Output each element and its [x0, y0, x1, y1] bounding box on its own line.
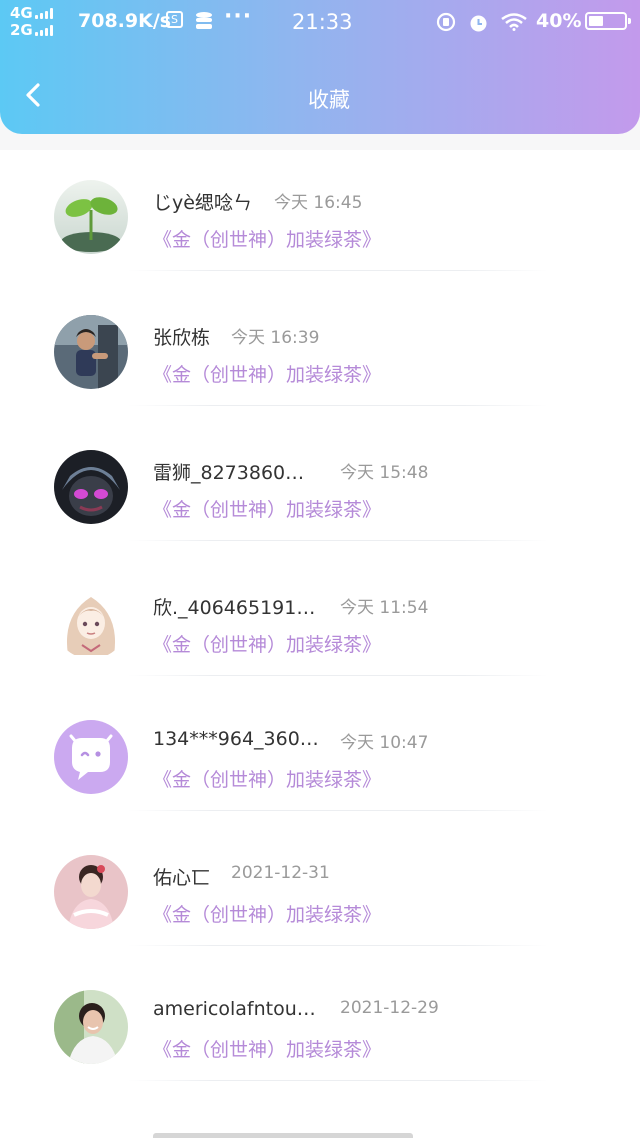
avatar[interactable]: [54, 720, 128, 794]
list-item-partial[interactable]: [0, 1095, 640, 1138]
battery-percent: 40%: [536, 10, 582, 32]
user-name: 134***964_360…: [153, 728, 319, 750]
favorite-link[interactable]: 《金（创世神）加装绿茶》: [153, 900, 381, 927]
wifi-icon: [501, 13, 527, 31]
list-item[interactable]: americolafntou… 2021-12-29 《金（创世神）加装绿茶》: [0, 960, 640, 1095]
anime-character-avatar-icon: [54, 450, 128, 524]
favorite-link[interactable]: 《金（创世神）加装绿茶》: [153, 495, 381, 522]
favorite-link[interactable]: 《金（创世神）加装绿茶》: [153, 360, 381, 387]
timestamp: 今天 11:54: [340, 598, 429, 618]
user-name: 欣._406465191…: [153, 597, 316, 619]
avatar[interactable]: [54, 450, 128, 524]
favorites-list: じyè缌唸ㄣ 今天 16:45 《金（创世神）加装绿茶》 张欣栋 今天 16:3…: [0, 150, 640, 1138]
signal-icon: [34, 8, 53, 19]
status-bar: 4G 2G 708.9K/s S ··· 21:33 40%: [0, 0, 640, 46]
database-icon: [196, 12, 212, 29]
network-speed: 708.9K/s: [78, 10, 172, 32]
alarm-icon: [470, 15, 487, 32]
list-item[interactable]: 佑心匸 2021-12-31 《金（创世神）加装绿茶》: [0, 825, 640, 960]
child-photo-avatar-icon: [54, 315, 128, 389]
timestamp: 今天 10:47: [340, 733, 429, 753]
divider: [128, 675, 548, 676]
avatar[interactable]: [54, 855, 128, 929]
page-title: 收藏: [308, 88, 350, 112]
divider: [128, 810, 548, 811]
timestamp: 2021-12-29: [340, 998, 439, 1018]
favorite-link[interactable]: 《金（创世神）加装绿茶》: [153, 1035, 381, 1062]
timestamp: 2021-12-31: [231, 863, 330, 883]
favorite-link[interactable]: 《金（创世神）加装绿茶》: [153, 225, 381, 252]
anime-girl-avatar-icon: [54, 585, 128, 659]
cut-off-text: [153, 1133, 413, 1138]
list-item[interactable]: 欣._406465191… 今天 11:54 《金（创世神）加装绿茶》: [0, 555, 640, 690]
more-notifications-icon: ···: [224, 4, 253, 29]
user-name: 张欣栋: [153, 327, 211, 349]
user-name: 佑心匸: [153, 867, 211, 889]
default-chat-avatar-icon: [54, 720, 128, 794]
battery-level: [589, 16, 603, 26]
network-type-2: 2G: [10, 21, 33, 39]
app-header: 4G 2G 708.9K/s S ··· 21:33 40% 收藏: [0, 0, 640, 134]
network-type-1: 4G: [10, 4, 33, 22]
favorite-link[interactable]: 《金（创世神）加装绿茶》: [153, 765, 381, 792]
avatar[interactable]: [54, 585, 128, 659]
user-name: 雷狮_8273860…: [153, 462, 305, 484]
divider: [128, 270, 548, 271]
user-name: americolafntou…: [153, 998, 316, 1020]
sprout-avatar-icon: [54, 180, 128, 254]
battery-icon: [585, 12, 631, 30]
network-indicator: 4G 2G: [10, 5, 53, 39]
divider: [128, 540, 548, 541]
avatar[interactable]: [54, 990, 128, 1064]
list-item[interactable]: じyè缌唸ㄣ 今天 16:45 《金（创世神）加装绿茶》: [0, 150, 640, 285]
timestamp: 今天 15:48: [340, 463, 429, 483]
divider: [128, 1080, 548, 1081]
list-item[interactable]: 雷狮_8273860… 今天 15:48 《金（创世神）加装绿茶》: [0, 420, 640, 555]
girl-photo-avatar-icon: [54, 855, 128, 929]
avatar[interactable]: [54, 315, 128, 389]
avatar[interactable]: [54, 180, 128, 254]
list-item[interactable]: 张欣栋 今天 16:39 《金（创世神）加装绿茶》: [0, 285, 640, 420]
rotation-lock-icon: [436, 12, 456, 32]
list-item[interactable]: 134***964_360… 今天 10:47 《金（创世神）加装绿茶》: [0, 690, 640, 825]
timestamp: 今天 16:45: [274, 193, 363, 213]
status-time: 21:33: [292, 10, 353, 34]
s-app-icon: S: [166, 11, 183, 28]
signal-icon: [34, 25, 53, 36]
divider: [128, 405, 548, 406]
favorite-link[interactable]: 《金（创世神）加装绿茶》: [153, 630, 381, 657]
divider: [128, 945, 548, 946]
girl-smile-avatar-icon: [54, 990, 128, 1064]
user-name: じyè缌唸ㄣ: [153, 192, 252, 214]
timestamp: 今天 16:39: [231, 328, 320, 348]
